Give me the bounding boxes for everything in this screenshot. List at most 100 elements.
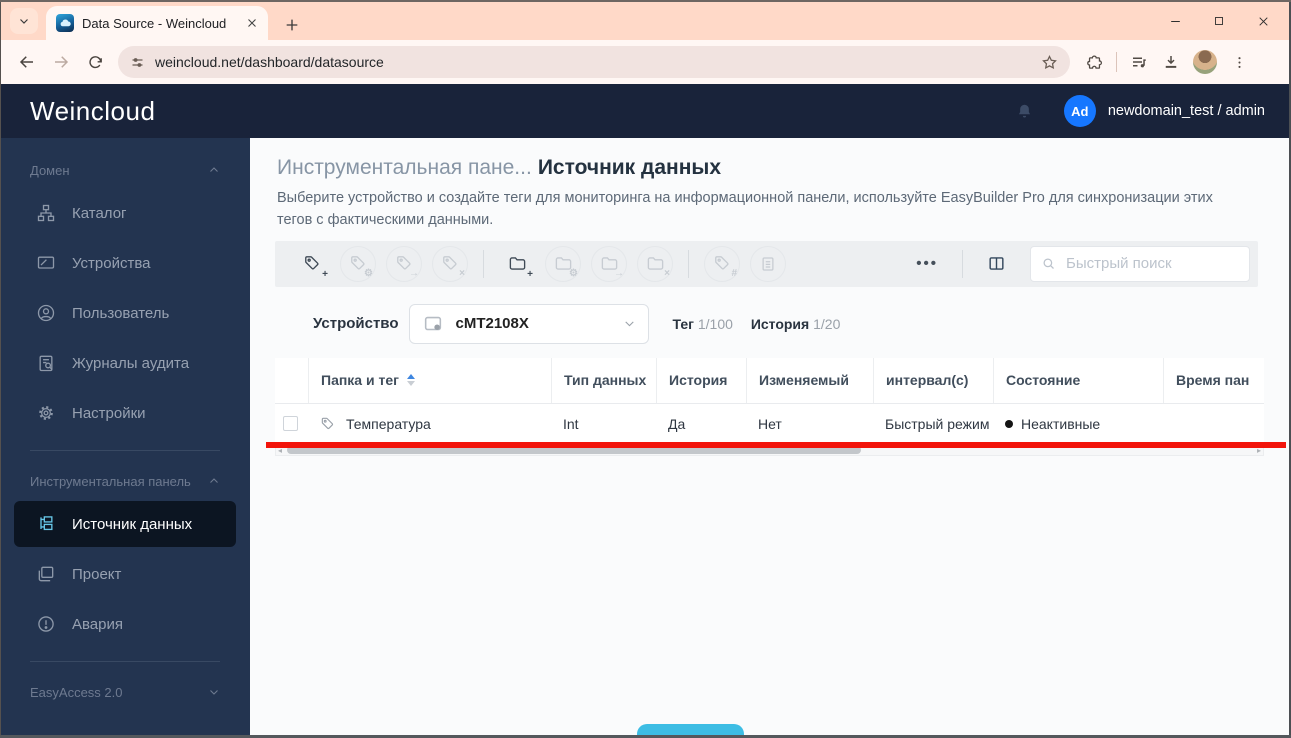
maximize-button[interactable] xyxy=(1197,2,1241,40)
quick-search-box[interactable] xyxy=(1030,245,1250,282)
device-label: Устройство xyxy=(313,315,399,332)
sidebar-section-easyaccess[interactable]: EasyAccess 2.0 xyxy=(0,674,250,710)
devices-icon xyxy=(36,253,56,273)
app-header: Weincloud Ad newdomain_test / admin xyxy=(0,84,1291,138)
move-tag-icon[interactable]: → xyxy=(386,245,422,282)
tab-title: Data Source - Weincloud xyxy=(82,15,227,31)
window-border-left xyxy=(0,2,1,738)
tab-close-icon[interactable] xyxy=(246,17,258,29)
page-title: Источник данных xyxy=(537,156,722,179)
sort-icon[interactable] xyxy=(406,374,415,386)
sidebar-item-datasource[interactable]: Источник данных xyxy=(14,501,236,547)
cell-interval: Быстрый режим xyxy=(885,415,990,432)
add-folder-icon[interactable]: + xyxy=(499,246,535,282)
weincloud-favicon-cloud-icon xyxy=(56,14,74,32)
header-data-type: Тип данных xyxy=(551,357,656,403)
browser-window: Data Source - Weincloud weincloud.net/da… xyxy=(0,0,1291,738)
tag-history-counts: Тег 1/100 История 1/20 xyxy=(672,315,841,332)
cell-history: Да xyxy=(668,415,686,432)
browser-profile-avatar[interactable] xyxy=(1193,50,1217,74)
cell-state: Неактивные xyxy=(1021,415,1101,432)
sidebar: Домен Каталог Устройства Пользователь Жу… xyxy=(0,138,250,736)
row-checkbox[interactable] xyxy=(283,416,298,431)
url-text[interactable]: weincloud.net/dashboard/datasource xyxy=(155,54,1031,70)
sidebar-item-audit-logs[interactable]: Журналы аудита xyxy=(0,338,250,388)
delete-folder-icon[interactable]: × xyxy=(637,245,673,282)
sidebar-divider xyxy=(30,661,220,662)
table-row[interactable]: Температура Int Да Нет Быстрый режим Неа… xyxy=(275,404,1264,444)
back-icon[interactable] xyxy=(10,45,44,79)
move-folder-icon[interactable]: → xyxy=(591,245,627,282)
breadcrumb: Инструментальная пане... xyxy=(277,156,532,179)
sitemap-icon xyxy=(36,203,56,223)
user-avatar[interactable]: Ad xyxy=(1063,95,1096,127)
columns-settings-icon[interactable] xyxy=(987,254,1006,273)
tab-search-chevron-icon[interactable] xyxy=(10,8,38,34)
red-annotation-line xyxy=(266,442,1286,448)
header-interval: интервал(с) xyxy=(873,357,993,403)
notifications-bell-icon[interactable] xyxy=(1015,102,1034,121)
sidebar-item-alarm[interactable]: Авария xyxy=(0,599,250,649)
search-icon xyxy=(1043,258,1054,269)
cell-editable: Нет xyxy=(758,415,782,432)
minimize-button[interactable] xyxy=(1153,2,1197,40)
add-tag-icon[interactable]: + xyxy=(294,246,330,282)
header-folder-tag[interactable]: Папка и тег xyxy=(308,357,551,403)
download-icon[interactable] xyxy=(1155,46,1187,78)
toolbar-divider xyxy=(483,249,484,278)
chevron-down-icon xyxy=(210,690,218,695)
header-checkbox-cell xyxy=(275,358,308,403)
sidebar-item-catalog[interactable]: Каталог xyxy=(0,188,250,238)
device-select[interactable]: cMT2108X xyxy=(408,303,649,344)
page-description: Выберите устройство и создайте теги для … xyxy=(277,190,1213,228)
toolbar-separator xyxy=(1116,52,1117,72)
tags-table: Папка и тег Тип данных История Изменяемы… xyxy=(275,357,1264,444)
sidebar-divider xyxy=(30,450,220,451)
header-state: Состояние xyxy=(993,357,1163,403)
browser-menu-kebab-icon[interactable] xyxy=(1223,46,1255,78)
delete-tag-icon[interactable]: × xyxy=(432,245,468,282)
toolbar-divider xyxy=(962,249,963,278)
forward-icon[interactable] xyxy=(44,45,78,79)
header-history: История xyxy=(656,357,746,403)
alarm-icon xyxy=(36,614,56,634)
import-document-icon[interactable] xyxy=(750,245,786,282)
username[interactable]: newdomain_test / admin xyxy=(1108,103,1265,119)
device-name: cMT2108X xyxy=(455,315,529,332)
sidebar-item-project[interactable]: Проект xyxy=(0,549,250,599)
tag-icon xyxy=(320,416,336,432)
browser-tab[interactable]: Data Source - Weincloud xyxy=(46,6,268,40)
project-icon xyxy=(36,564,56,584)
site-settings-tune-icon[interactable] xyxy=(130,55,145,70)
reload-icon[interactable] xyxy=(78,45,112,79)
window-controls xyxy=(1153,2,1285,40)
bookmark-star-icon[interactable] xyxy=(1041,54,1058,71)
cell-data-type: Int xyxy=(563,415,579,432)
sidebar-item-settings[interactable]: Настройки xyxy=(0,388,250,438)
gear-icon xyxy=(36,403,56,423)
address-bar[interactable]: weincloud.net/dashboard/datasource xyxy=(118,46,1070,78)
browser-toolbar: weincloud.net/dashboard/datasource xyxy=(0,40,1291,84)
tag-value-icon[interactable]: # xyxy=(704,245,740,282)
table-toolbar: + ⚙ → × + ⚙ → × # ••• Быстрый поиск xyxy=(275,240,1258,287)
edit-folder-icon[interactable]: ⚙ xyxy=(545,245,581,282)
media-controls-icon[interactable] xyxy=(1123,46,1155,78)
header-editable: Изменяемый xyxy=(746,357,873,403)
chevron-up-icon xyxy=(210,167,218,172)
datasource-tree-icon xyxy=(36,514,56,534)
audit-logs-icon xyxy=(36,353,56,373)
status-dot-icon xyxy=(1005,419,1013,428)
sidebar-item-devices[interactable]: Устройства xyxy=(0,238,250,288)
sidebar-item-user[interactable]: Пользователь xyxy=(0,288,250,338)
search-input[interactable] xyxy=(1064,254,1239,273)
more-icon[interactable]: ••• xyxy=(902,255,952,272)
new-tab-icon[interactable] xyxy=(284,17,300,33)
hmi-device-icon xyxy=(424,316,441,330)
main-content: Инструментальная пане... Источник данных … xyxy=(250,138,1291,736)
tag-name: Температура xyxy=(346,415,431,432)
sidebar-section-domain[interactable]: Домен xyxy=(0,152,250,188)
sidebar-section-dashboard[interactable]: Инструментальная панель xyxy=(0,463,250,499)
extensions-icon[interactable] xyxy=(1078,46,1110,78)
close-window-button[interactable] xyxy=(1241,2,1285,40)
edit-tag-icon[interactable]: ⚙ xyxy=(340,245,376,282)
